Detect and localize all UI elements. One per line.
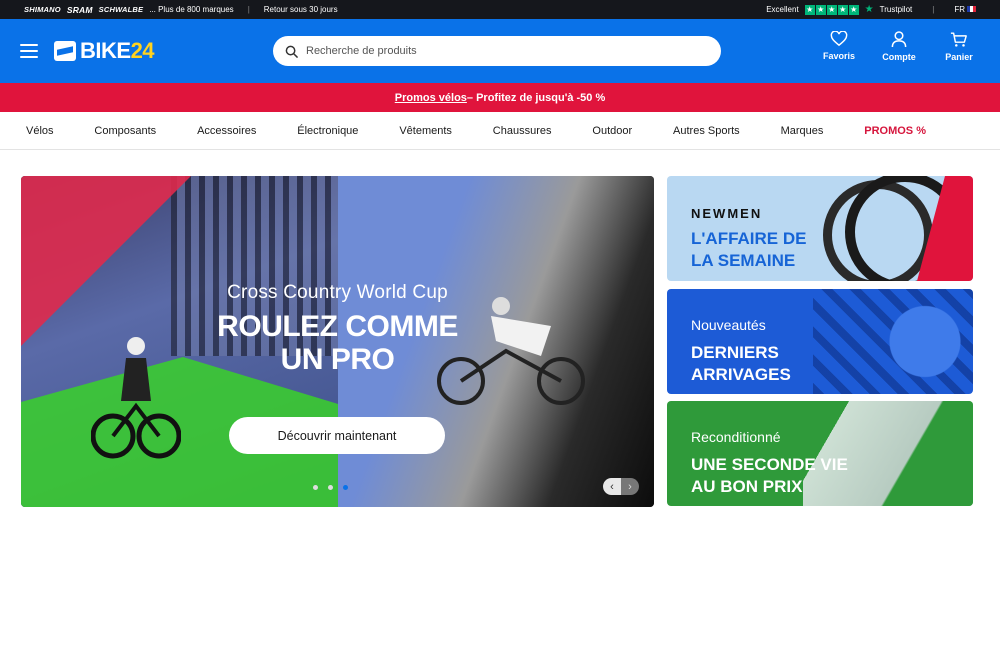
returns-info: Retour sous 30 jours xyxy=(263,5,338,14)
top-bar: SHIMANO SRAM SCHWALBE ... Plus de 800 ma… xyxy=(0,0,1000,19)
logo[interactable]: BIKE24 xyxy=(54,38,155,64)
brand-shimano: SHIMANO xyxy=(24,5,61,14)
heart-icon xyxy=(830,31,848,47)
card-deal-of-week[interactable]: NEWMEN L'AFFAIRE DE LA SEMAINE xyxy=(667,176,973,281)
search-input[interactable] xyxy=(306,45,709,57)
brand-list: SHIMANO SRAM SCHWALBE ... Plus de 800 ma… xyxy=(24,5,234,15)
card-title: DERNIERS ARRIVAGES xyxy=(691,343,791,384)
main-header: BIKE24 Favoris Compte Panier xyxy=(0,19,1000,83)
favorites-button[interactable]: Favoris xyxy=(820,31,858,62)
hero-headline-line-2: UN PRO xyxy=(280,343,395,376)
divider: | xyxy=(932,5,935,14)
chevron-right-icon[interactable]: › xyxy=(621,478,639,495)
language-selector[interactable]: FR xyxy=(954,5,976,14)
promo-text: – Profitez de jusqu'à -50 % xyxy=(466,91,606,104)
carousel-arrows: ‹ › xyxy=(603,478,639,495)
language-label: FR xyxy=(954,5,965,14)
carousel-dots xyxy=(313,485,348,490)
chevron-left-icon[interactable]: ‹ xyxy=(603,478,621,495)
logo-mark-icon xyxy=(54,41,76,61)
card-kicker: Nouveautés xyxy=(691,317,766,333)
carousel-dot[interactable] xyxy=(328,485,333,490)
header-actions: Favoris Compte Panier xyxy=(820,31,978,62)
card-kicker: Reconditionné xyxy=(691,429,781,445)
logo-text: BIKE24 xyxy=(80,38,155,63)
nav-item-electronique[interactable]: Électronique xyxy=(297,125,358,137)
star-icon: ★ xyxy=(815,4,826,15)
divider: | xyxy=(247,5,250,14)
brands-more: ... Plus de 800 marques xyxy=(149,5,234,14)
card-title: UNE SECONDE VIE AU BON PRIX xyxy=(691,455,848,496)
promo-link[interactable]: Promos vélos xyxy=(395,92,467,104)
nav-item-composants[interactable]: Composants xyxy=(94,125,156,137)
brand-schwalbe: SCHWALBE xyxy=(98,5,144,14)
discover-button[interactable]: Découvrir maintenant xyxy=(229,417,445,454)
cart-button[interactable]: Panier xyxy=(940,31,978,62)
trustpilot-rating[interactable]: Excellent ★ ★ ★ ★ ★ ★ Trustpilot | FR xyxy=(766,4,976,15)
trustpilot-label: Trustpilot xyxy=(879,5,913,14)
nav-item-velos[interactable]: Vélos xyxy=(26,125,54,137)
main-content: Cross Country World Cup ROULEZ COMME UN … xyxy=(0,150,1000,650)
rating-label: Excellent xyxy=(766,5,799,14)
trustpilot-star-icon: ★ xyxy=(864,4,874,15)
card-product-image xyxy=(813,289,973,394)
search-icon xyxy=(285,45,298,58)
rating-stars: ★ ★ ★ ★ ★ xyxy=(804,4,859,15)
hero-kicker: Cross Country World Cup xyxy=(227,282,448,303)
carousel-dot[interactable] xyxy=(313,485,318,490)
card-new-arrivals[interactable]: Nouveautés DERNIERS ARRIVAGES xyxy=(667,289,973,394)
hero-headline: ROULEZ COMME UN PRO xyxy=(21,310,654,376)
star-icon: ★ xyxy=(804,4,815,15)
hero-carousel[interactable]: Cross Country World Cup ROULEZ COMME UN … xyxy=(21,176,654,507)
account-button[interactable]: Compte xyxy=(880,31,918,62)
cart-icon xyxy=(950,32,967,47)
nav-item-promos[interactable]: PROMOS % xyxy=(864,125,926,137)
card-title: L'AFFAIRE DE LA SEMAINE xyxy=(691,229,807,270)
card-brand-logo: NEWMEN xyxy=(691,206,763,221)
nav-item-chaussures[interactable]: Chaussures xyxy=(493,125,552,137)
user-icon xyxy=(891,31,907,48)
star-icon: ★ xyxy=(848,4,859,15)
nav-item-marques[interactable]: Marques xyxy=(781,125,824,137)
favorites-label: Favoris xyxy=(822,51,855,61)
account-label: Compte xyxy=(882,52,916,62)
menu-icon[interactable] xyxy=(20,44,38,58)
brand-sram: SRAM xyxy=(66,4,93,15)
category-nav: Vélos Composants Accessoires Électroniqu… xyxy=(0,112,1000,150)
nav-item-autres-sports[interactable]: Autres Sports xyxy=(673,125,740,137)
cart-label: Panier xyxy=(945,52,973,62)
promo-banner: Promos vélos – Profitez de jusqu'à -50 % xyxy=(0,83,1000,112)
star-icon: ★ xyxy=(826,4,837,15)
nav-item-accessoires[interactable]: Accessoires xyxy=(197,125,256,137)
card-refurbished[interactable]: Reconditionné UNE SECONDE VIE AU BON PRI… xyxy=(667,401,973,506)
hero-headline-line-1: ROULEZ COMME xyxy=(217,310,458,343)
star-icon: ★ xyxy=(837,4,848,15)
search-bar[interactable] xyxy=(273,36,721,66)
flag-fr-icon xyxy=(967,6,976,12)
carousel-dot-active[interactable] xyxy=(343,485,348,490)
nav-item-vetements[interactable]: Vêtements xyxy=(399,125,452,137)
nav-item-outdoor[interactable]: Outdoor xyxy=(592,125,632,137)
